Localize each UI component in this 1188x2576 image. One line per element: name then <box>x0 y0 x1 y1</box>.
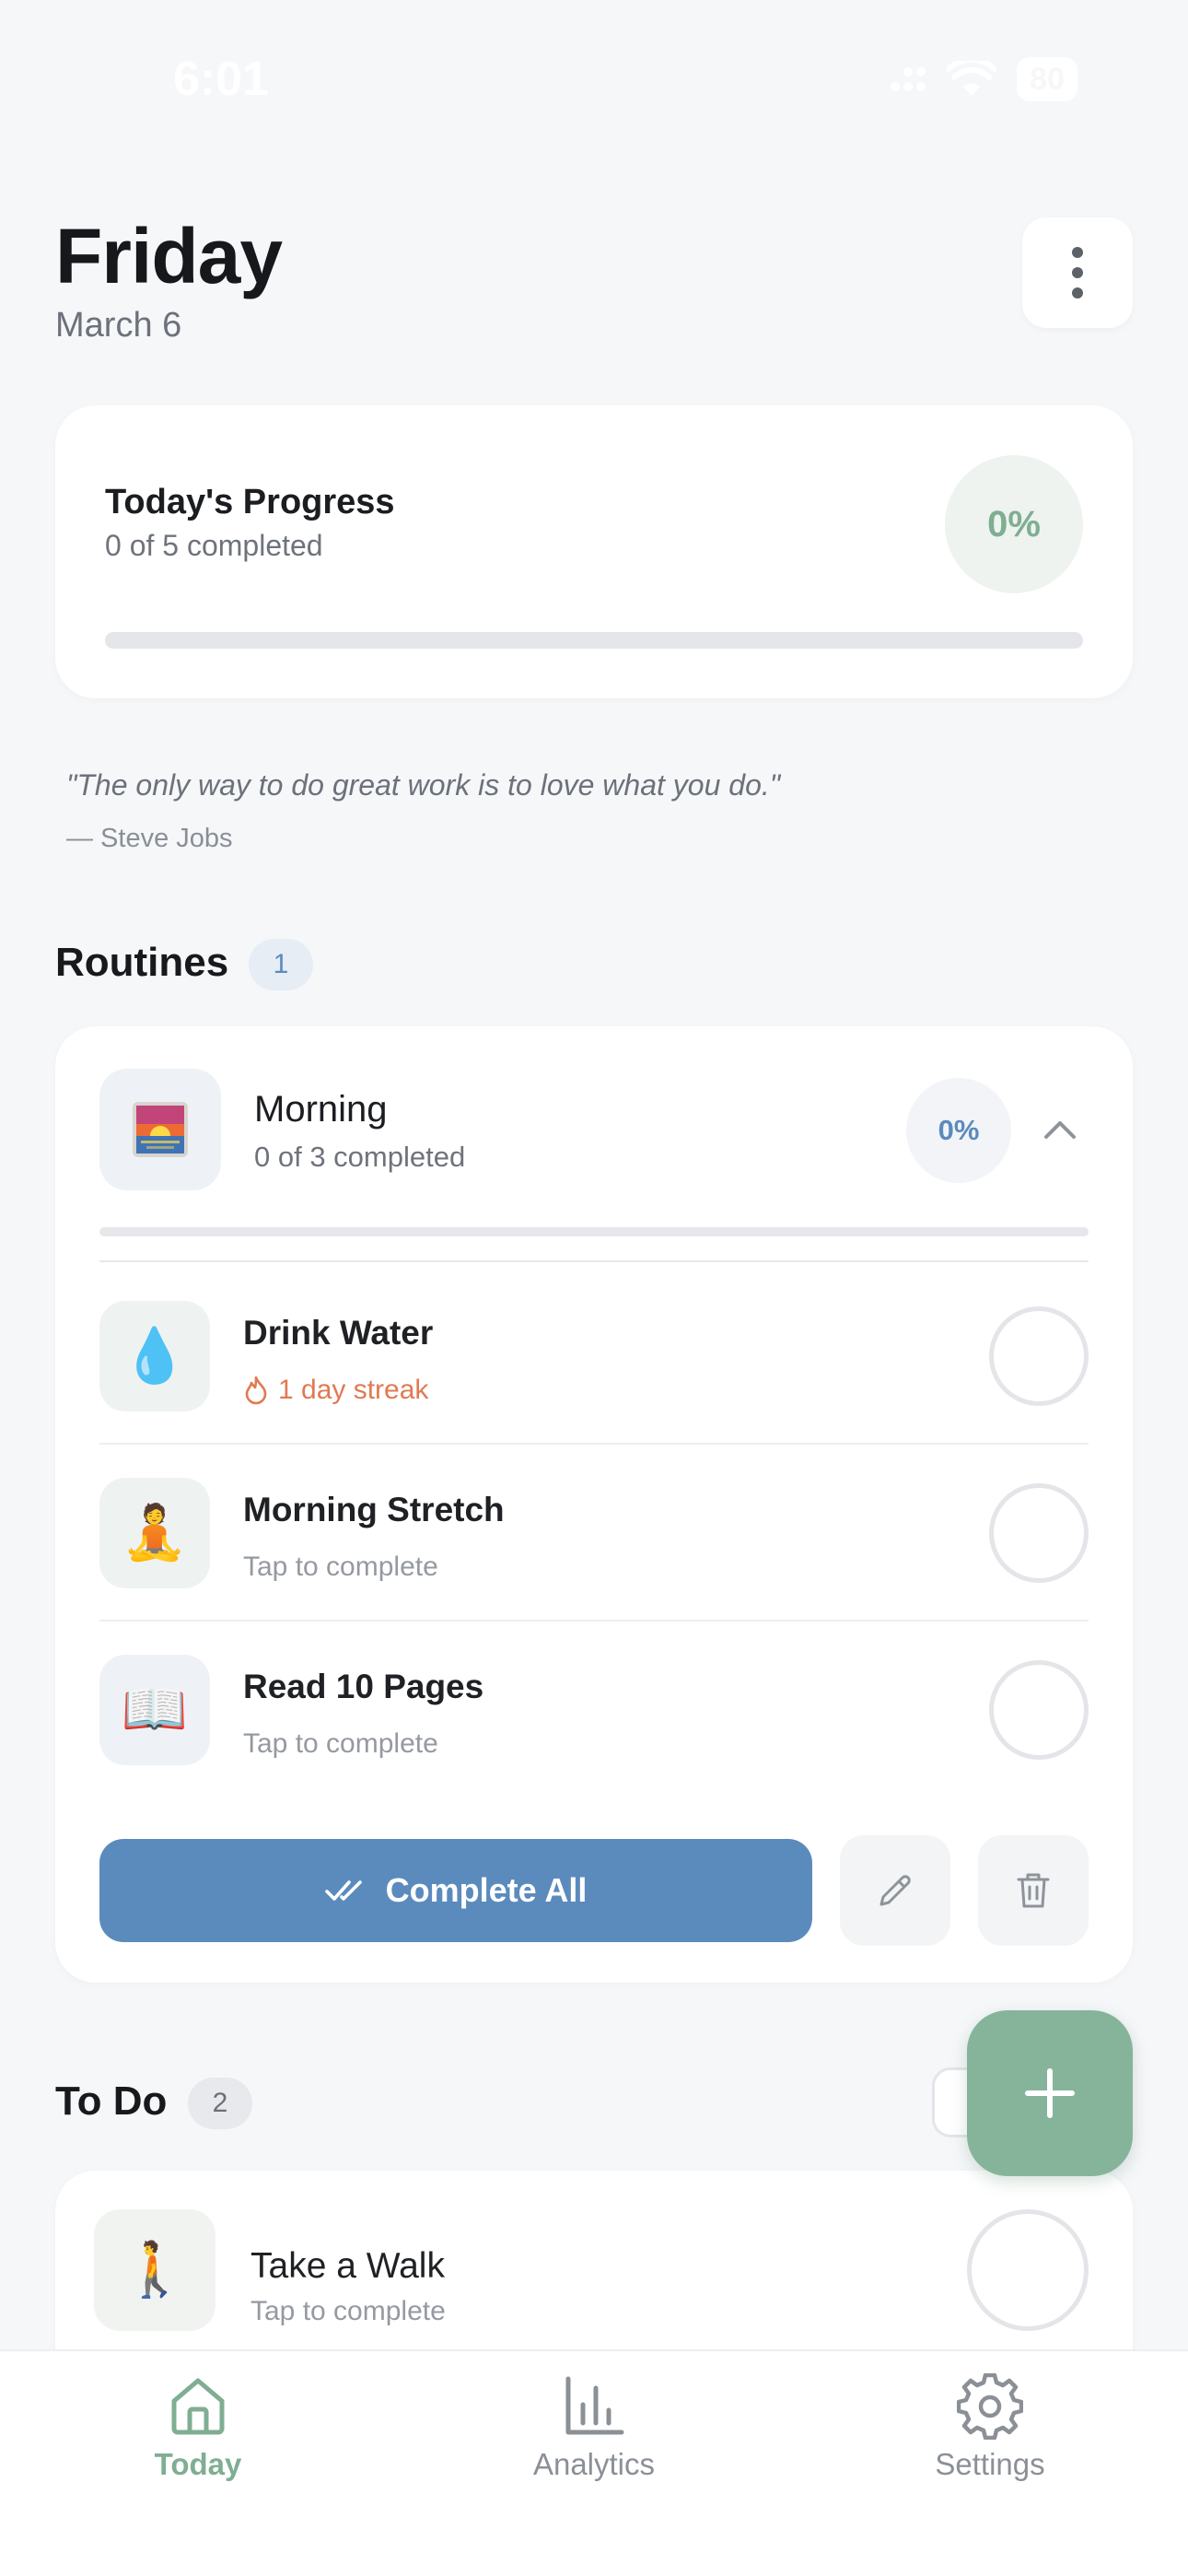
add-button[interactable] <box>967 2010 1133 2176</box>
book-icon: 📖 <box>99 1655 210 1765</box>
page-header: Friday March 6 <box>55 210 283 345</box>
home-icon <box>171 2378 225 2435</box>
routine-name: Morning <box>254 1089 388 1130</box>
todo-name: Take a Walk <box>250 2246 445 2286</box>
trash-icon <box>1017 1873 1050 1908</box>
routine-progress-bar <box>99 1227 1089 1236</box>
quote-author: — Steve Jobs <box>66 824 233 853</box>
status-time: 6:01 <box>173 53 270 106</box>
habit-streak-text: 1 day streak <box>278 1375 429 1405</box>
pencil-icon <box>879 1875 911 1906</box>
bar-chart-icon <box>565 2376 624 2435</box>
tab-analytics[interactable]: Analytics <box>474 2373 714 2482</box>
gear-icon <box>957 2373 1023 2440</box>
habit-check-circle[interactable] <box>989 1483 1089 1583</box>
page-date: March 6 <box>55 306 182 345</box>
habit-name: Drink Water <box>243 1314 434 1352</box>
tab-settings[interactable]: Settings <box>870 2373 1110 2482</box>
progress-subtitle: 0 of 5 completed <box>105 529 323 562</box>
habit-check-circle[interactable] <box>989 1660 1089 1760</box>
progress-bar <box>105 632 1083 649</box>
progress-percent-badge: 0% <box>945 455 1083 593</box>
droplet-icon: 💧 <box>99 1301 210 1411</box>
tab-today[interactable]: Today <box>78 2373 318 2482</box>
page-title: Friday <box>55 213 283 299</box>
meditation-icon: 🧘 <box>99 1478 210 1588</box>
habit-name: Read 10 Pages <box>243 1668 484 1705</box>
double-check-icon <box>324 1880 362 1901</box>
battery-indicator: 80 <box>1017 57 1077 101</box>
routine-subtitle: 0 of 3 completed <box>254 1141 466 1173</box>
divider <box>99 1260 1089 1262</box>
habit-row-read-10-pages[interactable]: 📖 Read 10 Pages Tap to complete <box>99 1622 1089 1798</box>
routine-percent-badge: 0% <box>906 1078 1011 1183</box>
todo-count-badge: 2 <box>188 2078 252 2129</box>
flame-icon <box>245 1376 267 1405</box>
bottom-tab-bar: Today Analytics Settings <box>0 2349 1188 2576</box>
chevron-up-icon[interactable] <box>1037 1107 1083 1153</box>
habit-row-morning-stretch[interactable]: 🧘 Morning Stretch Tap to complete <box>99 1445 1089 1622</box>
habit-subtitle: Tap to complete <box>243 1551 438 1582</box>
more-menu-button[interactable] <box>1022 217 1133 328</box>
walking-icon: 🚶 <box>94 2209 215 2331</box>
routines-heading: Routines <box>55 940 229 985</box>
habit-streak: 1 day streak <box>243 1375 428 1406</box>
status-bar: 6:01 80 <box>0 0 1188 157</box>
progress-title: Today's Progress <box>105 483 395 521</box>
todo-heading: To Do <box>55 2078 168 2124</box>
routine-icon <box>99 1069 221 1190</box>
delete-routine-button[interactable] <box>978 1835 1089 1946</box>
edit-routine-button[interactable] <box>840 1835 950 1946</box>
habit-check-circle[interactable] <box>989 1306 1089 1406</box>
todays-progress-card: Today's Progress 0 of 5 completed 0% <box>55 405 1133 698</box>
tab-label: Today <box>154 2447 242 2481</box>
tab-label: Analytics <box>532 2447 656 2481</box>
complete-all-button[interactable]: Complete All <box>99 1839 812 1942</box>
tab-label: Settings <box>935 2447 1045 2481</box>
complete-all-label: Complete All <box>385 1871 588 1909</box>
todo-subtitle: Tap to complete <box>250 2296 446 2326</box>
habit-row-drink-water[interactable]: 💧 Drink Water 1 day streak <box>99 1268 1089 1445</box>
habit-subtitle: Tap to complete <box>243 1728 438 1759</box>
plus-icon <box>1025 2068 1075 2118</box>
wifi-icon <box>947 61 997 96</box>
status-indicators: 80 <box>890 57 1077 101</box>
routine-card-morning: Morning 0 of 3 completed 0% 💧 Drink Wate… <box>55 1026 1133 1983</box>
todo-check-circle[interactable] <box>967 2209 1089 2331</box>
routines-count-badge: 1 <box>249 939 313 990</box>
sunrise-icon <box>133 1102 188 1157</box>
more-vertical-icon <box>1072 247 1083 299</box>
signal-icon <box>891 67 926 91</box>
quote-text: "The only way to do great work is to lov… <box>66 768 781 802</box>
habit-name: Morning Stretch <box>243 1491 505 1528</box>
